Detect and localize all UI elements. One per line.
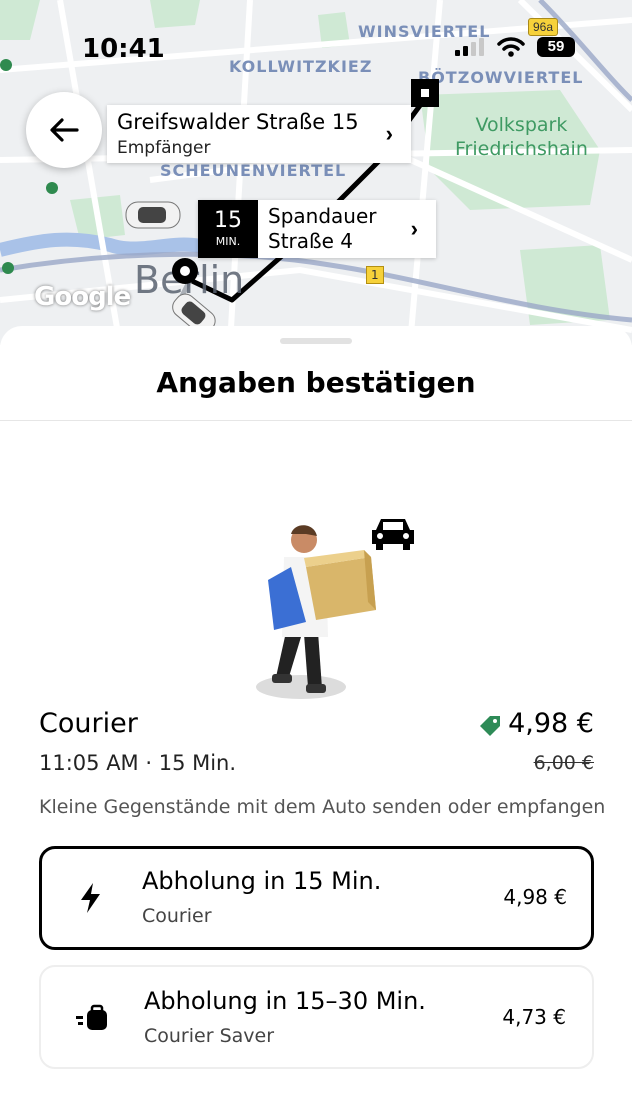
option-subtitle: Courier xyxy=(142,905,212,927)
status-time: 10:41 xyxy=(82,34,165,64)
lightning-icon xyxy=(81,883,100,913)
sheet-grabber[interactable] xyxy=(280,338,352,344)
destination-role: Empfänger xyxy=(117,138,211,158)
service-old-price: 6,00 € xyxy=(533,752,594,774)
eta-unit: MIN. xyxy=(215,235,241,248)
chevron-right-icon: › xyxy=(410,216,418,241)
saver-bag-icon xyxy=(76,1004,107,1030)
pickup-eta: 15 MIN. xyxy=(198,200,258,258)
map[interactable]: WINSVIERTEL KOLLWITZKIEZ BÖTZOWVIERTEL S… xyxy=(0,0,632,345)
arrow-left-icon xyxy=(50,118,79,142)
confirmation-sheet: Angaben bestätigen Courier 11:05 AM · 15… xyxy=(0,326,632,1098)
divider xyxy=(0,420,632,421)
destination-pin-icon xyxy=(411,79,439,107)
chevron-right-icon: › xyxy=(385,121,393,146)
destination-address: Greifswalder Straße 15 xyxy=(117,110,359,134)
pickup-address: Spandauer Straße 4 xyxy=(268,204,377,253)
back-button[interactable] xyxy=(26,92,102,168)
service-price: 4,98 € xyxy=(508,708,594,739)
destination-callout[interactable]: Greifswalder Straße 15 Empfänger › xyxy=(107,105,411,163)
service-name: Courier xyxy=(39,708,138,739)
wifi-icon xyxy=(497,37,525,57)
eta-number: 15 xyxy=(214,208,242,233)
option-pickup-15-30-min[interactable]: Abholung in 15–30 Min. Courier Saver 4,7… xyxy=(39,965,594,1069)
option-title: Abholung in 15 Min. xyxy=(142,867,382,895)
car-icon xyxy=(372,519,414,550)
battery-indicator: 59 xyxy=(537,37,575,57)
status-bar: 10:41 96a 59 xyxy=(0,0,632,80)
option-price: 4,73 € xyxy=(502,1005,566,1029)
promo-tag-icon xyxy=(480,716,500,736)
google-logo: Google xyxy=(34,282,131,312)
option-title: Abholung in 15–30 Min. xyxy=(144,987,426,1015)
pickup-callout[interactable]: 15 MIN. Spandauer Straße 4 › xyxy=(198,200,436,258)
service-description: Kleine Gegenstände mit dem Auto senden o… xyxy=(39,796,606,818)
district-label: SCHEUNENVIERTEL xyxy=(160,161,347,180)
option-price: 4,98 € xyxy=(503,885,567,909)
road-number-badge: 1 xyxy=(366,266,384,284)
option-subtitle: Courier Saver xyxy=(144,1025,275,1047)
park-label: Volkspark Friedrichshain xyxy=(455,114,588,160)
sheet-title: Angaben bestätigen xyxy=(156,366,476,399)
pickup-pin-icon xyxy=(172,258,198,284)
cellular-signal-icon xyxy=(455,38,484,56)
battery-badge: 96a xyxy=(528,18,559,36)
service-arrival: 11:05 AM · 15 Min. xyxy=(39,751,237,775)
option-pickup-15-min[interactable]: Abholung in 15 Min. Courier 4,98 € xyxy=(39,846,594,950)
